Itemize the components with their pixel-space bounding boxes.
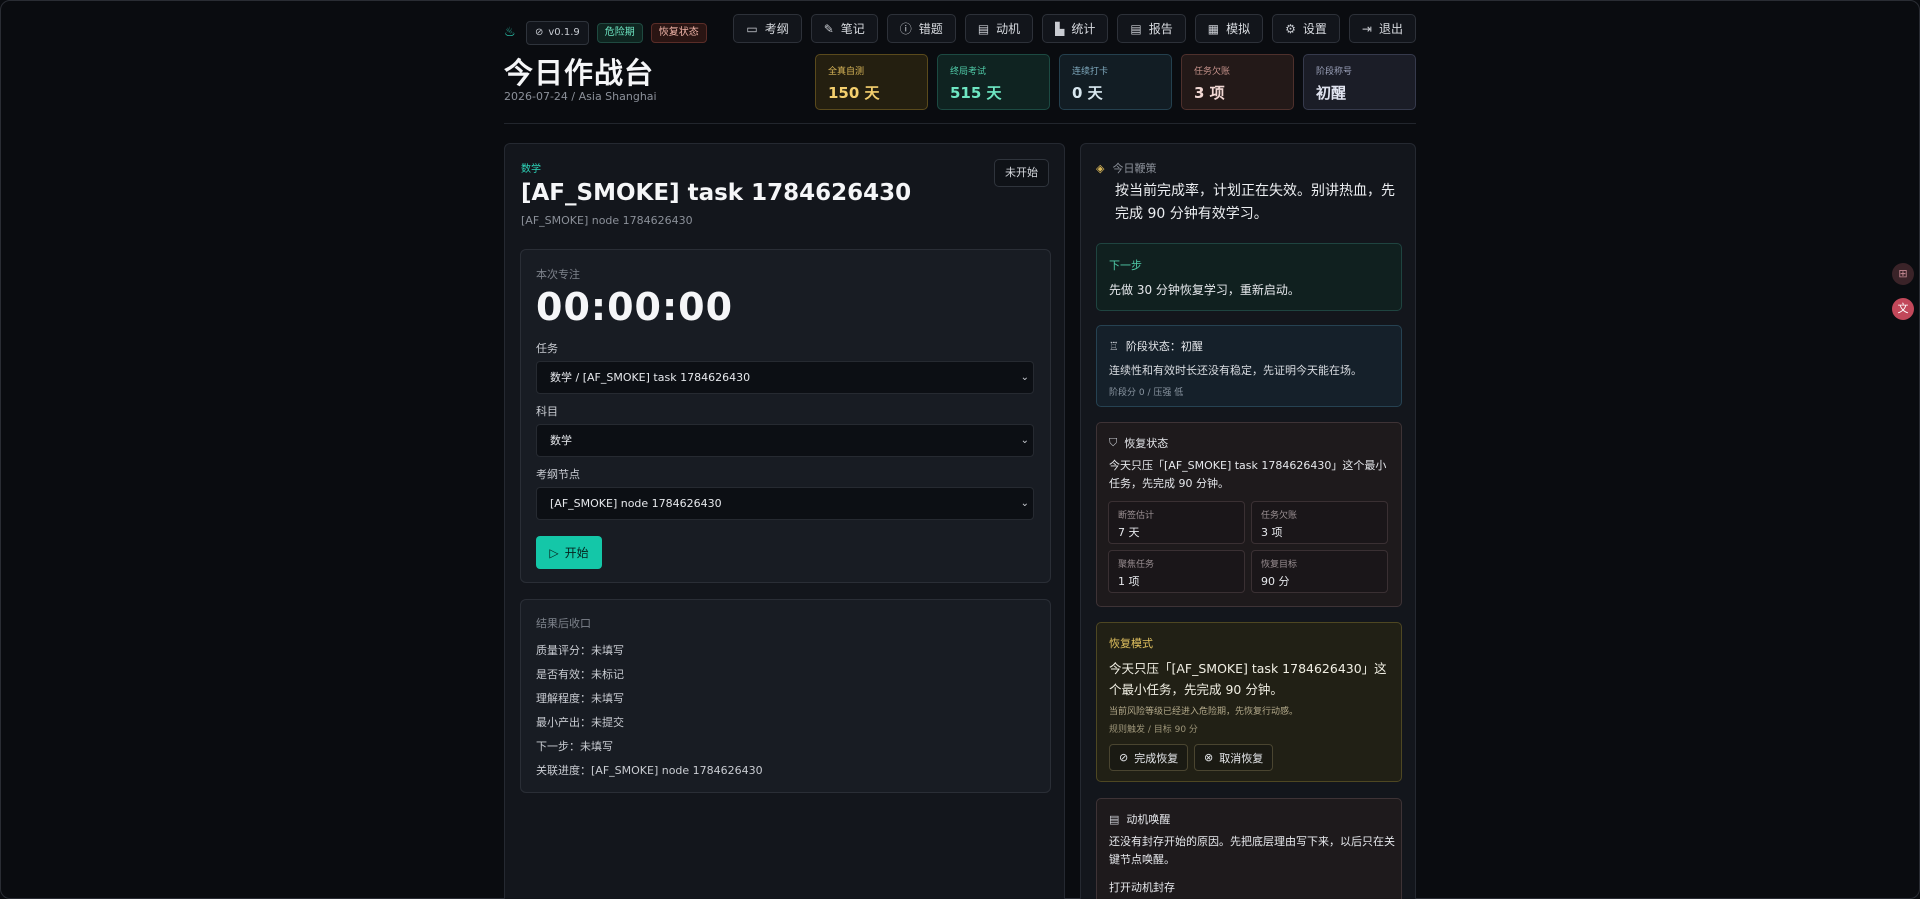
recovery-mode-rule: 规则触发 / 目标 90 分 bbox=[1109, 725, 1198, 735]
nav-motive-button[interactable]: ▤ 动机 bbox=[964, 14, 1034, 43]
header-badges: ♨ ⊘ v0.1.9 危险期 恢复状态 bbox=[504, 21, 707, 45]
version-badge: ⊘ v0.1.9 bbox=[526, 21, 589, 45]
task-field-label: 任务 bbox=[536, 342, 558, 355]
recovery-mode-text: 今天只压「[AF_SMOKE] task 1784626430」这个最小任务，先… bbox=[1109, 661, 1387, 697]
page-title: 今日作战台 bbox=[504, 56, 655, 90]
edit-note-icon: ✎ bbox=[823, 21, 834, 36]
top-nav: ▭ 考纲 ✎ 笔记 ⓘ 错题 ▤ 动机 ▙ 统计 ▤ 报告 ▦ 模拟 ⚙ 设置 ⇥ 退出 bbox=[733, 14, 1416, 43]
task-node: [AF_SMOKE] node 1784626430 bbox=[521, 214, 693, 227]
result-understanding: 理解程度：未填写 bbox=[536, 692, 624, 705]
stat-phase-title: 阶段称号 初醒 bbox=[1303, 54, 1416, 110]
complete-recovery-button[interactable]: ⊘ 完成恢复 bbox=[1109, 744, 1189, 771]
check-circle-icon: ⊘ bbox=[1119, 751, 1129, 764]
result-card: 结果后收口 质量评分：未填写 是否有效：未标记 理解程度：未填写 最小产出：未提… bbox=[520, 599, 1051, 793]
recovery-mode-box: 恢复模式 今天只压「[AF_SMOKE] task 1784626430」这个最… bbox=[1096, 622, 1402, 782]
next-step-text: 先做 30 分钟恢复学习，重新启动。 bbox=[1109, 283, 1300, 297]
next-step-box: 下一步 先做 30 分钟恢复学习，重新启动。 bbox=[1096, 243, 1402, 311]
nav-settings-button[interactable]: ⚙ 设置 bbox=[1272, 14, 1340, 43]
result-output: 最小产出：未提交 bbox=[536, 716, 624, 729]
phase-sub: 阶段分 0 / 压强 低 bbox=[1109, 388, 1184, 398]
chevron-down-icon: ⌄ bbox=[1020, 435, 1029, 446]
recovery-focus-tasks: 聚焦任务 1 项 bbox=[1108, 550, 1245, 593]
subject-field-label: 科目 bbox=[536, 405, 558, 418]
next-step-heading: 下一步 bbox=[1109, 259, 1142, 272]
phase-heading: ♖ 阶段状态：初醒 bbox=[1109, 339, 1203, 354]
logout-icon: ⇥ bbox=[1361, 21, 1372, 36]
node-select[interactable]: [AF_SMOKE] node 1784626430 ⌄ bbox=[536, 487, 1034, 520]
coach-panel: ◈ 今日鞭策 按当前完成率，计划正在失效。别讲热血，先完成 90 分钟有效学习。… bbox=[1080, 143, 1416, 899]
nav-logout-button[interactable]: ⇥ 退出 bbox=[1348, 14, 1416, 43]
page-date: 2026-07-24 / Asia Shanghai bbox=[504, 90, 657, 103]
motive-heading: ▤ 动机唤醒 bbox=[1109, 812, 1171, 827]
stat-task-debt: 任务欠账 3 项 bbox=[1181, 54, 1294, 110]
phase-text: 连续性和有效时长还没有稳定，先证明今天能在场。 bbox=[1109, 364, 1362, 377]
nav-syllabus-button[interactable]: ▭ 考纲 bbox=[733, 14, 802, 43]
focus-label: 本次专注 bbox=[536, 268, 580, 281]
danger-badge: 危险期 bbox=[596, 23, 643, 43]
check-circle-icon: ⊘ bbox=[535, 27, 544, 38]
gear-icon: ⚙ bbox=[1285, 21, 1296, 36]
stat-streak: 连续打卡 0 天 bbox=[1059, 54, 1172, 110]
x-circle-icon: ⊗ bbox=[1204, 751, 1214, 764]
document-icon: ▤ bbox=[1130, 21, 1142, 36]
result-valid: 是否有效：未标记 bbox=[536, 668, 624, 681]
translate-icon[interactable]: 文 bbox=[1892, 298, 1914, 320]
grid-apps-icon[interactable]: ⊞ bbox=[1892, 263, 1914, 285]
flame-icon: ♨ bbox=[504, 25, 516, 40]
book-icon: ▭ bbox=[746, 21, 758, 36]
cancel-recovery-button[interactable]: ⊗ 取消恢复 bbox=[1194, 744, 1274, 771]
chevron-down-icon: ⌄ bbox=[1020, 498, 1029, 509]
nav-stats-button[interactable]: ▙ 统计 bbox=[1042, 14, 1109, 43]
result-next: 下一步：未填写 bbox=[536, 740, 613, 753]
subject-select[interactable]: 数学 ⌄ bbox=[536, 424, 1034, 457]
archive-icon: ▤ bbox=[1109, 812, 1120, 826]
alert-circle-icon: ⓘ bbox=[899, 22, 912, 36]
motive-text: 还没有封存开始的原因。先把底层理由写下来，以后只在关键节点唤醒。 bbox=[1109, 835, 1395, 866]
recovery-mode-note: 当前风险等级已经进入危险期，先恢复行动感。 bbox=[1109, 707, 1299, 717]
result-quality: 质量评分：未填写 bbox=[536, 644, 624, 657]
start-button[interactable]: ▷ 开始 bbox=[536, 536, 602, 569]
task-title: [AF_SMOKE] task 1784626430 bbox=[521, 180, 912, 206]
nav-notes-button[interactable]: ✎ 笔记 bbox=[810, 14, 878, 43]
recovery-text: 今天只压「[AF_SMOKE] task 1784626430」这个最小任务，先… bbox=[1109, 459, 1387, 490]
stat-cards: 全真自测 150 天 终局考试 515 天 连续打卡 0 天 任务欠账 3 项 阶段称号… bbox=[815, 54, 1416, 110]
recovery-break-estimate: 断签估计 7 天 bbox=[1108, 501, 1245, 544]
archive-icon: ▤ bbox=[977, 21, 990, 36]
shield-icon: ◈ bbox=[1096, 161, 1105, 175]
focus-card: 本次专注 00:00:00 任务 数学 / [AF_SMOKE] task 17… bbox=[520, 249, 1051, 583]
play-icon: ▷ bbox=[549, 545, 559, 560]
dashboard: ♨ ⊘ v0.1.9 危险期 恢复状态 今日作战台 2026-07-24 / A… bbox=[504, 14, 1416, 899]
motive-box: ▤ 动机唤醒 还没有封存开始的原因。先把底层理由写下来，以后只在关键节点唤醒。 … bbox=[1096, 798, 1402, 899]
stat-full-test: 全真自测 150 天 bbox=[815, 54, 928, 110]
subject-tag: 数学 bbox=[521, 164, 541, 175]
bar-chart-icon: ▙ bbox=[1055, 21, 1065, 36]
nav-mock-button[interactable]: ▦ 模拟 bbox=[1194, 14, 1264, 43]
calendar-icon: ▦ bbox=[1207, 21, 1220, 36]
result-progress: 关联进度：[AF_SMOKE] node 1784626430 bbox=[536, 764, 763, 777]
whip-heading: ◈ 今日鞭策 bbox=[1096, 161, 1157, 176]
shield-icon: ⛉ bbox=[1109, 436, 1118, 449]
chevron-down-icon: ⌄ bbox=[1020, 372, 1029, 383]
stat-final-exam: 终局考试 515 天 bbox=[937, 54, 1050, 110]
recovery-box: ⛉ 恢复状态 今天只压「[AF_SMOKE] task 1784626430」这… bbox=[1096, 422, 1402, 607]
recovery-target: 恢复目标 90 分 bbox=[1251, 550, 1388, 593]
task-select[interactable]: 数学 / [AF_SMOKE] task 1784626430 ⌄ bbox=[536, 361, 1034, 394]
nav-report-button[interactable]: ▤ 报告 bbox=[1117, 14, 1186, 43]
recovery-heading: ⛉ 恢复状态 bbox=[1109, 436, 1169, 450]
trophy-icon: ♖ bbox=[1109, 339, 1119, 353]
recovery-mode-heading: 恢复模式 bbox=[1109, 637, 1153, 650]
focus-timer: 00:00:00 bbox=[536, 285, 734, 329]
whip-text: 按当前完成率，计划正在失效。别讲热血，先完成 90 分钟有效学习。 bbox=[1115, 183, 1395, 222]
recovery-task-debt: 任务欠账 3 项 bbox=[1251, 501, 1388, 544]
task-panel: 数学 [AF_SMOKE] task 1784626430 [AF_SMOKE]… bbox=[504, 143, 1065, 899]
recover-badge: 恢复状态 bbox=[650, 23, 707, 43]
task-status-button[interactable]: 未开始 bbox=[994, 159, 1049, 187]
phase-box: ♖ 阶段状态：初醒 连续性和有效时长还没有稳定，先证明今天能在场。 阶段分 0 … bbox=[1096, 325, 1402, 407]
result-heading: 结果后收口 bbox=[536, 617, 591, 630]
nav-mistakes-button[interactable]: ⓘ 错题 bbox=[886, 14, 956, 43]
page-header: ♨ ⊘ v0.1.9 危险期 恢复状态 今日作战台 2026-07-24 / A… bbox=[504, 14, 1416, 124]
node-field-label: 考纲节点 bbox=[536, 468, 580, 481]
open-motive-link[interactable]: 打开动机封存 bbox=[1109, 879, 1175, 895]
